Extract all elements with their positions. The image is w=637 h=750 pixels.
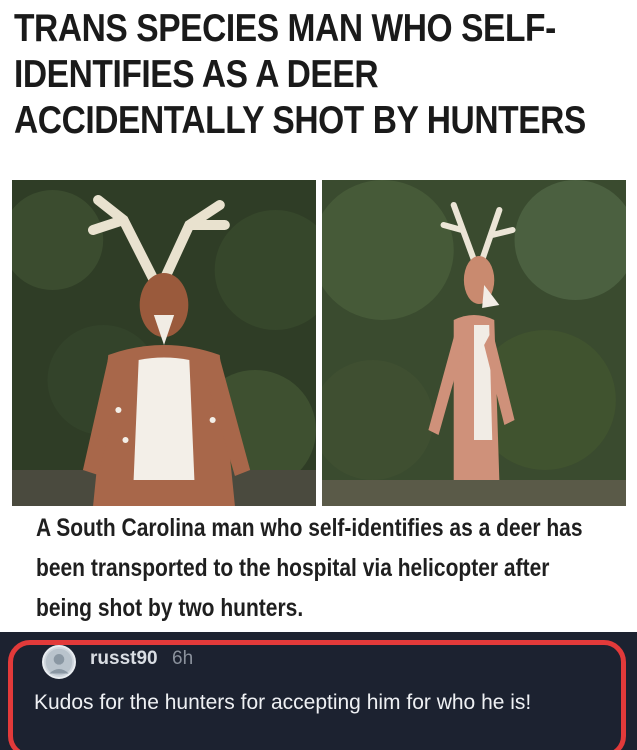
- deer-costume-side-photo: [322, 180, 626, 506]
- comment-timestamp: 6h: [172, 648, 194, 669]
- photo-row: [12, 180, 626, 506]
- deer-costume-front-photo: [12, 180, 316, 506]
- comment-username[interactable]: russt90: [90, 648, 158, 670]
- article-headline: TRANS SPECIES MAN WHO SELF-IDENTIFIES AS…: [14, 7, 586, 142]
- article-caption: A South Carolina man who self-identifies…: [36, 514, 583, 622]
- user-avatar[interactable]: [42, 645, 76, 679]
- comment-body: Kudos for the hunters for accepting him …: [34, 691, 532, 714]
